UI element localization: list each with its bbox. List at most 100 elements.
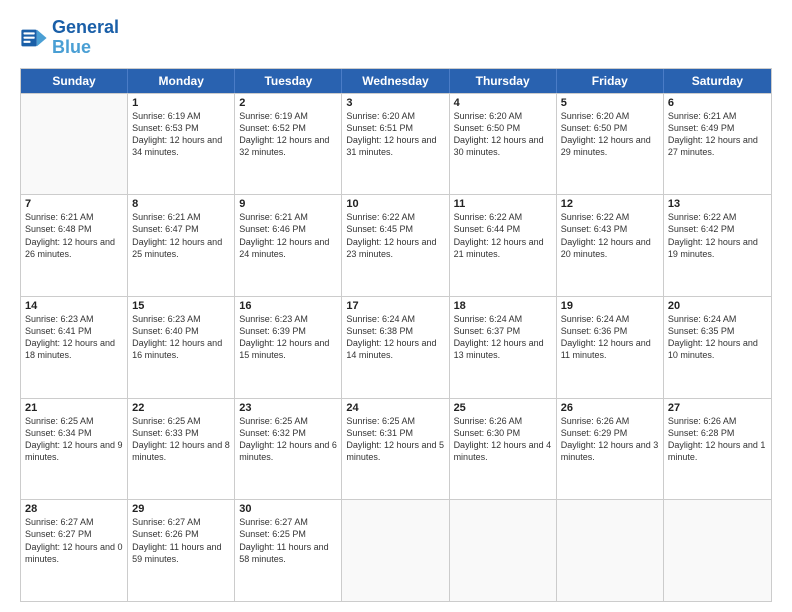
day-info: Sunrise: 6:24 AMSunset: 6:36 PMDaylight:… [561,313,659,362]
calendar-day-1: 1Sunrise: 6:19 AMSunset: 6:53 PMDaylight… [128,94,235,195]
calendar-day-11: 11Sunrise: 6:22 AMSunset: 6:44 PMDayligh… [450,195,557,296]
calendar-day-15: 15Sunrise: 6:23 AMSunset: 6:40 PMDayligh… [128,297,235,398]
calendar-day-16: 16Sunrise: 6:23 AMSunset: 6:39 PMDayligh… [235,297,342,398]
day-info: Sunrise: 6:23 AMSunset: 6:40 PMDaylight:… [132,313,230,362]
day-number: 7 [25,198,123,210]
day-number: 6 [668,97,767,109]
day-info: Sunrise: 6:26 AMSunset: 6:30 PMDaylight:… [454,415,552,464]
calendar-day-14: 14Sunrise: 6:23 AMSunset: 6:41 PMDayligh… [21,297,128,398]
calendar-body: 1Sunrise: 6:19 AMSunset: 6:53 PMDaylight… [21,93,771,601]
day-number: 26 [561,402,659,414]
calendar-day-29: 29Sunrise: 6:27 AMSunset: 6:26 PMDayligh… [128,500,235,601]
calendar-day-8: 8Sunrise: 6:21 AMSunset: 6:47 PMDaylight… [128,195,235,296]
day-number: 13 [668,198,767,210]
logo-icon [20,24,48,52]
day-number: 29 [132,503,230,515]
day-number: 17 [346,300,444,312]
day-number: 16 [239,300,337,312]
calendar-day-9: 9Sunrise: 6:21 AMSunset: 6:46 PMDaylight… [235,195,342,296]
day-info: Sunrise: 6:23 AMSunset: 6:41 PMDaylight:… [25,313,123,362]
day-info: Sunrise: 6:21 AMSunset: 6:48 PMDaylight:… [25,211,123,260]
day-info: Sunrise: 6:25 AMSunset: 6:34 PMDaylight:… [25,415,123,464]
day-info: Sunrise: 6:22 AMSunset: 6:45 PMDaylight:… [346,211,444,260]
calendar-day-28: 28Sunrise: 6:27 AMSunset: 6:27 PMDayligh… [21,500,128,601]
calendar-day-5: 5Sunrise: 6:20 AMSunset: 6:50 PMDaylight… [557,94,664,195]
day-info: Sunrise: 6:25 AMSunset: 6:33 PMDaylight:… [132,415,230,464]
calendar-day-12: 12Sunrise: 6:22 AMSunset: 6:43 PMDayligh… [557,195,664,296]
day-info: Sunrise: 6:26 AMSunset: 6:28 PMDaylight:… [668,415,767,464]
day-number: 5 [561,97,659,109]
calendar-day-30: 30Sunrise: 6:27 AMSunset: 6:25 PMDayligh… [235,500,342,601]
calendar-day-25: 25Sunrise: 6:26 AMSunset: 6:30 PMDayligh… [450,399,557,500]
day-info: Sunrise: 6:27 AMSunset: 6:27 PMDaylight:… [25,516,123,565]
header-day-sunday: Sunday [21,69,128,93]
calendar-day-21: 21Sunrise: 6:25 AMSunset: 6:34 PMDayligh… [21,399,128,500]
day-number: 1 [132,97,230,109]
day-number: 10 [346,198,444,210]
day-number: 21 [25,402,123,414]
page: General Blue SundayMondayTuesdayWednesda… [0,0,792,612]
day-number: 28 [25,503,123,515]
logo-text: General Blue [52,18,119,58]
header-day-thursday: Thursday [450,69,557,93]
calendar-week-1: 7Sunrise: 6:21 AMSunset: 6:48 PMDaylight… [21,194,771,296]
calendar-day-17: 17Sunrise: 6:24 AMSunset: 6:38 PMDayligh… [342,297,449,398]
day-info: Sunrise: 6:24 AMSunset: 6:38 PMDaylight:… [346,313,444,362]
day-number: 25 [454,402,552,414]
header-day-saturday: Saturday [664,69,771,93]
day-number: 18 [454,300,552,312]
day-info: Sunrise: 6:20 AMSunset: 6:51 PMDaylight:… [346,110,444,159]
day-info: Sunrise: 6:21 AMSunset: 6:47 PMDaylight:… [132,211,230,260]
day-info: Sunrise: 6:19 AMSunset: 6:53 PMDaylight:… [132,110,230,159]
day-info: Sunrise: 6:27 AMSunset: 6:25 PMDaylight:… [239,516,337,565]
day-info: Sunrise: 6:22 AMSunset: 6:42 PMDaylight:… [668,211,767,260]
day-info: Sunrise: 6:24 AMSunset: 6:35 PMDaylight:… [668,313,767,362]
day-number: 12 [561,198,659,210]
day-info: Sunrise: 6:20 AMSunset: 6:50 PMDaylight:… [454,110,552,159]
day-number: 9 [239,198,337,210]
calendar: SundayMondayTuesdayWednesdayThursdayFrid… [20,68,772,602]
day-info: Sunrise: 6:23 AMSunset: 6:39 PMDaylight:… [239,313,337,362]
calendar-day-23: 23Sunrise: 6:25 AMSunset: 6:32 PMDayligh… [235,399,342,500]
day-number: 22 [132,402,230,414]
logo: General Blue [20,18,119,58]
day-info: Sunrise: 6:20 AMSunset: 6:50 PMDaylight:… [561,110,659,159]
calendar-day-18: 18Sunrise: 6:24 AMSunset: 6:37 PMDayligh… [450,297,557,398]
calendar-day-3: 3Sunrise: 6:20 AMSunset: 6:51 PMDaylight… [342,94,449,195]
day-info: Sunrise: 6:22 AMSunset: 6:43 PMDaylight:… [561,211,659,260]
day-number: 30 [239,503,337,515]
day-number: 2 [239,97,337,109]
calendar-day-20: 20Sunrise: 6:24 AMSunset: 6:35 PMDayligh… [664,297,771,398]
calendar-day-4: 4Sunrise: 6:20 AMSunset: 6:50 PMDaylight… [450,94,557,195]
calendar-day-6: 6Sunrise: 6:21 AMSunset: 6:49 PMDaylight… [664,94,771,195]
calendar-day-10: 10Sunrise: 6:22 AMSunset: 6:45 PMDayligh… [342,195,449,296]
day-info: Sunrise: 6:19 AMSunset: 6:52 PMDaylight:… [239,110,337,159]
calendar-day-empty [450,500,557,601]
header-day-wednesday: Wednesday [342,69,449,93]
day-number: 24 [346,402,444,414]
calendar-day-27: 27Sunrise: 6:26 AMSunset: 6:28 PMDayligh… [664,399,771,500]
day-number: 8 [132,198,230,210]
day-number: 3 [346,97,444,109]
calendar-day-empty [557,500,664,601]
calendar-day-empty [664,500,771,601]
calendar-day-22: 22Sunrise: 6:25 AMSunset: 6:33 PMDayligh… [128,399,235,500]
header-day-tuesday: Tuesday [235,69,342,93]
day-info: Sunrise: 6:26 AMSunset: 6:29 PMDaylight:… [561,415,659,464]
calendar-week-3: 21Sunrise: 6:25 AMSunset: 6:34 PMDayligh… [21,398,771,500]
day-number: 20 [668,300,767,312]
calendar-header-row: SundayMondayTuesdayWednesdayThursdayFrid… [21,69,771,93]
calendar-day-empty [342,500,449,601]
day-number: 27 [668,402,767,414]
calendar-week-2: 14Sunrise: 6:23 AMSunset: 6:41 PMDayligh… [21,296,771,398]
day-number: 14 [25,300,123,312]
calendar-day-19: 19Sunrise: 6:24 AMSunset: 6:36 PMDayligh… [557,297,664,398]
day-info: Sunrise: 6:21 AMSunset: 6:46 PMDaylight:… [239,211,337,260]
calendar-week-4: 28Sunrise: 6:27 AMSunset: 6:27 PMDayligh… [21,499,771,601]
header-day-monday: Monday [128,69,235,93]
day-info: Sunrise: 6:24 AMSunset: 6:37 PMDaylight:… [454,313,552,362]
day-number: 11 [454,198,552,210]
day-info: Sunrise: 6:21 AMSunset: 6:49 PMDaylight:… [668,110,767,159]
day-info: Sunrise: 6:25 AMSunset: 6:32 PMDaylight:… [239,415,337,464]
day-info: Sunrise: 6:22 AMSunset: 6:44 PMDaylight:… [454,211,552,260]
